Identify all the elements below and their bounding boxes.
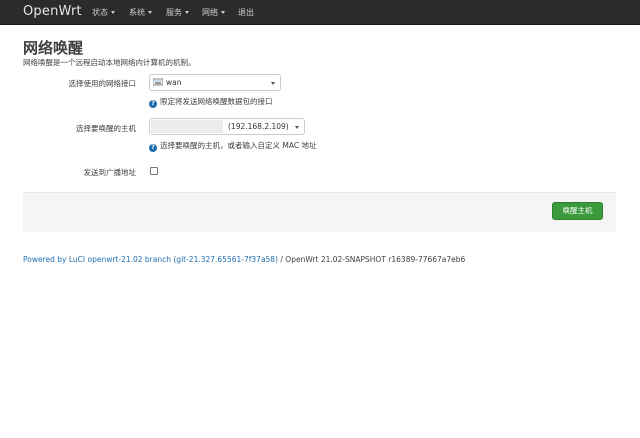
menu-network[interactable]: 网络 [202, 7, 225, 18]
broadcast-checkbox[interactable] [150, 167, 158, 175]
wake-host-button[interactable]: 唤醒主机 [552, 202, 603, 220]
page-title: 网络唤醒 [23, 39, 84, 57]
luci-link[interactable]: Powered by LuCI openwrt-21.02 branch (gi… [23, 255, 278, 264]
help-icon: ? [149, 100, 157, 108]
chevron-down-icon [221, 11, 225, 14]
menu-services-label: 服务 [166, 8, 182, 17]
network-port-icon [153, 78, 163, 86]
broadcast-label: 发送到广播地址 [83, 168, 137, 177]
menu-status[interactable]: 状态 [92, 7, 115, 18]
interface-hint-text: 限定将发送网络唤醒数据包的接口 [160, 97, 273, 106]
chevron-down-icon [185, 11, 189, 14]
chevron-down-icon [148, 11, 152, 14]
host-hint-text: 选择要唤醒的主机，或者输入自定义 MAC 地址 [160, 141, 317, 150]
page-description: 网络唤醒是一个远程启动本地网络内计算机的机制。 [23, 58, 196, 67]
chevron-down-icon [271, 82, 275, 85]
host-select[interactable]: (192.168.2.109) [149, 118, 305, 135]
form-actions-bar [23, 192, 616, 232]
top-navbar: OpenWrt 状态 系统 服务 网络 退出 [0, 0, 640, 25]
menu-logout[interactable]: 退出 [238, 7, 254, 18]
host-value: (192.168.2.109) [228, 122, 289, 131]
menu-system[interactable]: 系统 [129, 7, 152, 18]
chevron-down-icon [111, 11, 115, 14]
menu-services[interactable]: 服务 [166, 7, 189, 18]
menu-system-label: 系统 [129, 8, 145, 17]
host-label: 选择要唤醒的主机 [76, 124, 136, 133]
menu-network-label: 网络 [202, 8, 218, 17]
menu-logout-label: 退出 [238, 8, 254, 17]
interface-label: 选择使用的网络接口 [68, 79, 137, 88]
chevron-down-icon [295, 126, 299, 129]
menu-status-label: 状态 [92, 8, 108, 17]
redacted-hostname [151, 120, 223, 133]
interface-value: wan [166, 78, 182, 87]
brand-logo[interactable]: OpenWrt [23, 4, 82, 19]
footer-version: / OpenWrt 21.02-SNAPSHOT r16389-77667a7e… [278, 255, 466, 264]
interface-hint: ? 限定将发送网络唤醒数据包的接口 [149, 96, 273, 108]
help-icon: ? [149, 144, 157, 152]
host-hint: ? 选择要唤醒的主机，或者输入自定义 MAC 地址 [149, 140, 316, 152]
interface-select[interactable]: wan [149, 74, 281, 91]
footer: Powered by LuCI openwrt-21.02 branch (gi… [23, 255, 465, 264]
